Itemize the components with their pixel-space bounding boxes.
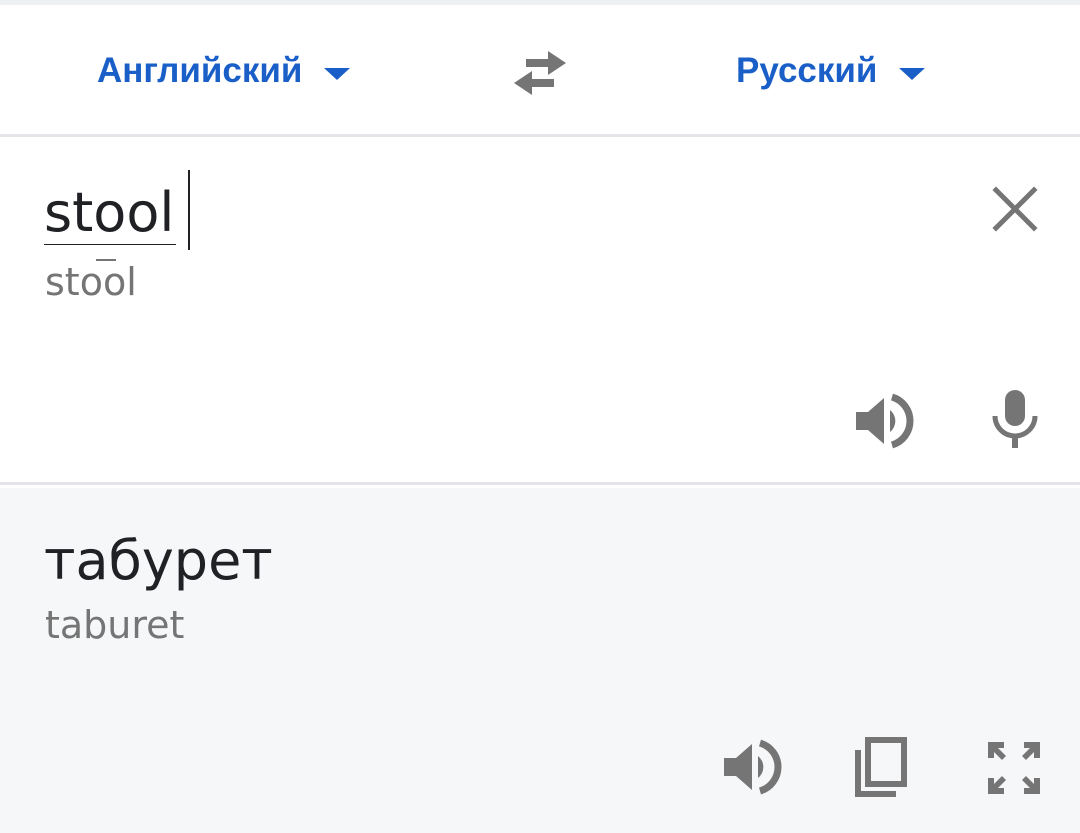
- source-transliteration: stool: [45, 260, 137, 304]
- speaker-icon: [724, 739, 782, 795]
- source-text-input[interactable]: stool: [44, 182, 177, 245]
- transliteration-macron: [96, 259, 116, 261]
- fullscreen-button[interactable]: [984, 738, 1044, 798]
- listen-source-button[interactable]: [852, 390, 914, 452]
- speaker-icon: [856, 393, 914, 449]
- swap-languages-button[interactable]: [508, 45, 572, 101]
- voice-input-button[interactable]: [988, 388, 1042, 450]
- translation-transliteration: taburet: [45, 603, 185, 647]
- output-pane: табурет taburet: [0, 488, 1080, 833]
- copy-translation-button[interactable]: [852, 736, 910, 798]
- swap-arrows-icon: [514, 51, 566, 95]
- language-bar: Английский Русский: [0, 5, 1080, 137]
- source-language-label: Английский: [97, 51, 303, 90]
- input-pane[interactable]: stool stool: [0, 140, 1080, 485]
- translation-text: табурет: [44, 529, 273, 592]
- fullscreen-icon: [988, 742, 1040, 794]
- chevron-down-icon: [324, 68, 351, 80]
- microphone-icon: [992, 390, 1038, 448]
- source-language-selector[interactable]: Английский: [97, 5, 351, 137]
- text-cursor: [188, 170, 190, 250]
- target-language-selector[interactable]: Русский: [736, 5, 926, 137]
- listen-translation-button[interactable]: [720, 736, 782, 798]
- copy-icon: [855, 737, 907, 797]
- clear-input-button[interactable]: [990, 184, 1040, 234]
- close-icon: [992, 186, 1038, 232]
- chevron-down-icon: [899, 68, 926, 80]
- target-language-label: Русский: [736, 51, 878, 90]
